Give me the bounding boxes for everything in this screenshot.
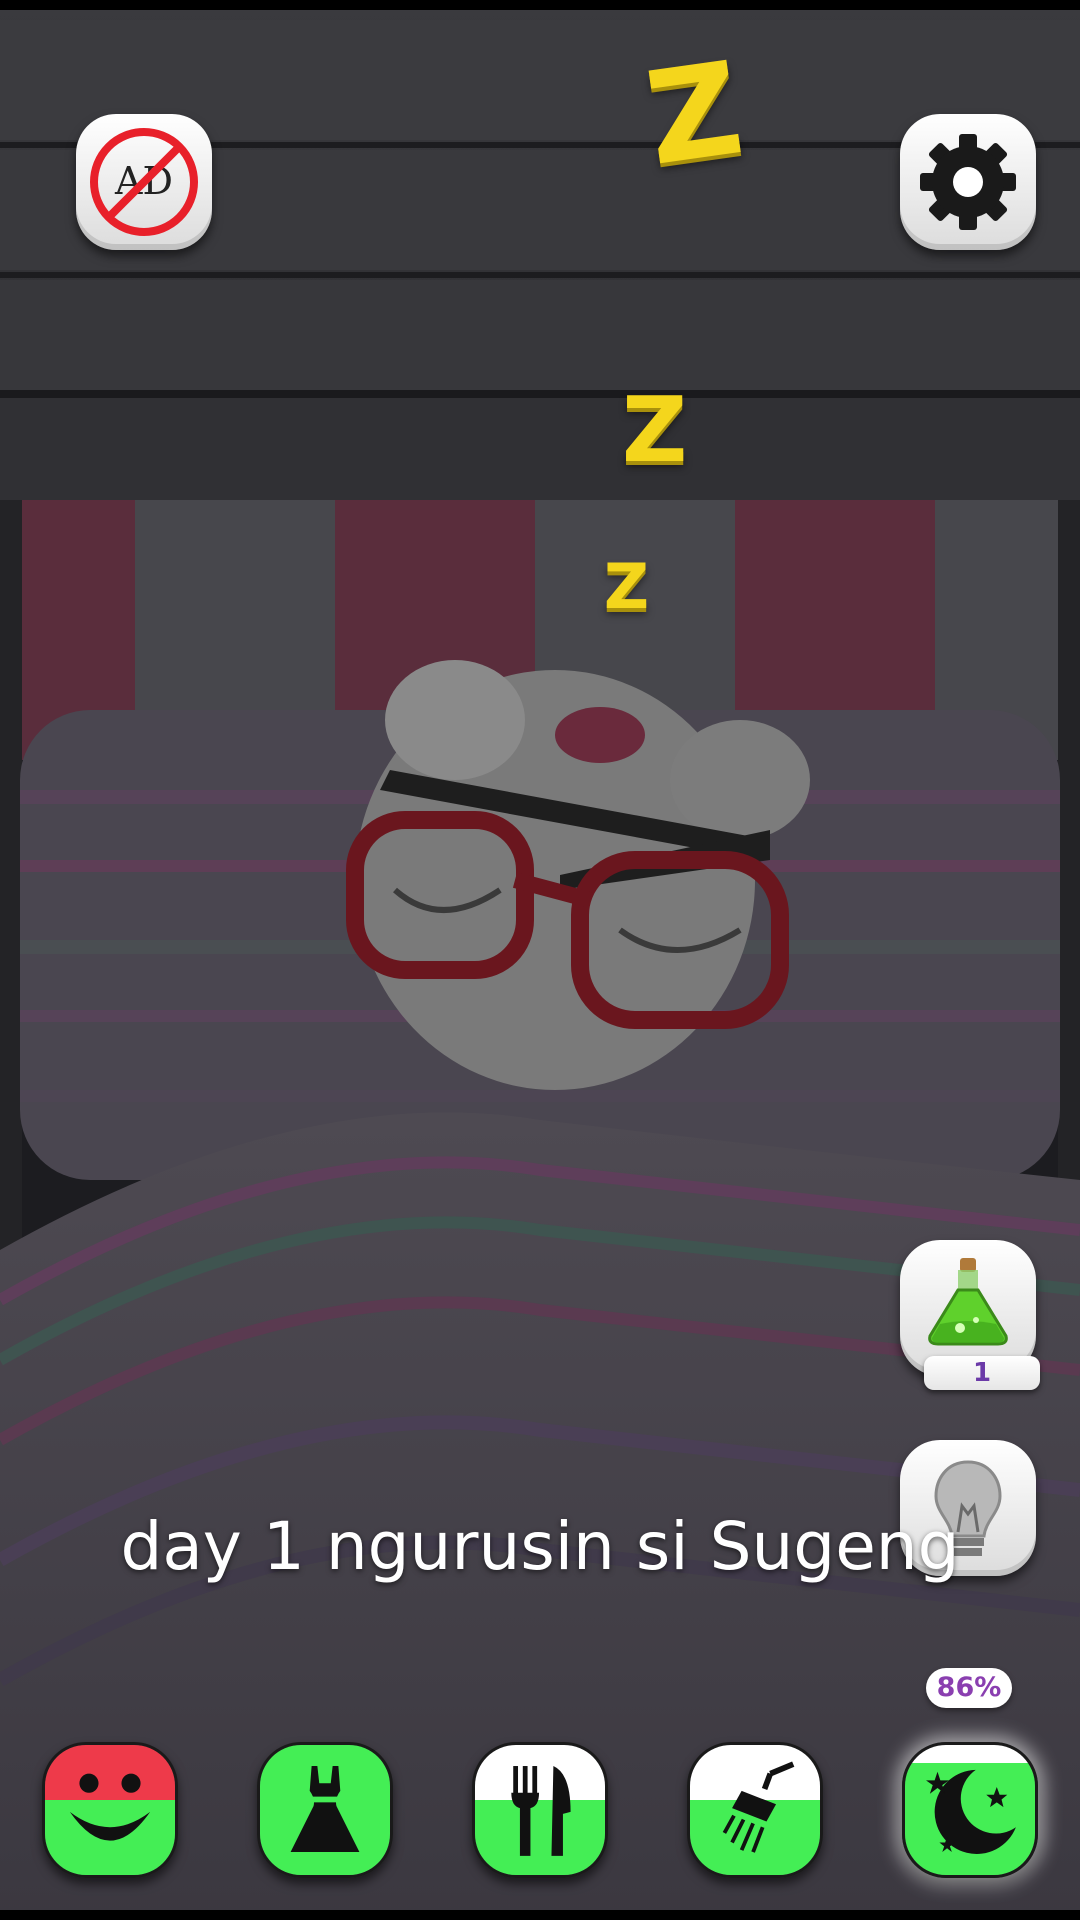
smiley-icon	[69, 1773, 151, 1841]
headboard-planks	[0, 20, 1080, 500]
settings-button[interactable]	[900, 114, 1036, 250]
hygiene-button[interactable]	[687, 1742, 823, 1878]
dress-icon	[290, 1766, 360, 1853]
sleep-button[interactable]	[902, 1742, 1038, 1878]
happiness-button[interactable]	[42, 1742, 178, 1878]
top-edge-bar	[0, 0, 1080, 10]
sleeping-cat[interactable]	[346, 660, 810, 1090]
potion-count-badge: 1	[924, 1356, 1040, 1390]
bottom-edge-bar	[0, 1910, 1080, 1920]
food-button[interactable]	[472, 1742, 608, 1878]
moon-stars-icon	[926, 1769, 1016, 1854]
sleep-percent-badge: 86%	[926, 1668, 1012, 1708]
wardrobe-button[interactable]	[257, 1742, 393, 1878]
sleep-z-medium: Z	[622, 378, 688, 483]
no-ads-icon: AD	[90, 128, 198, 236]
shower-icon	[722, 1761, 795, 1853]
game-screen[interactable]: Z Z Z AD	[0, 0, 1080, 1920]
gear-icon	[920, 134, 1016, 230]
bedroom-scene[interactable]	[0, 0, 1080, 1920]
fork-knife-icon	[511, 1766, 571, 1856]
sleep-z-small: Z	[604, 550, 649, 623]
no-ads-button[interactable]: AD	[76, 114, 212, 250]
video-caption: day 1 ngurusin si Sugeng	[120, 1508, 960, 1585]
